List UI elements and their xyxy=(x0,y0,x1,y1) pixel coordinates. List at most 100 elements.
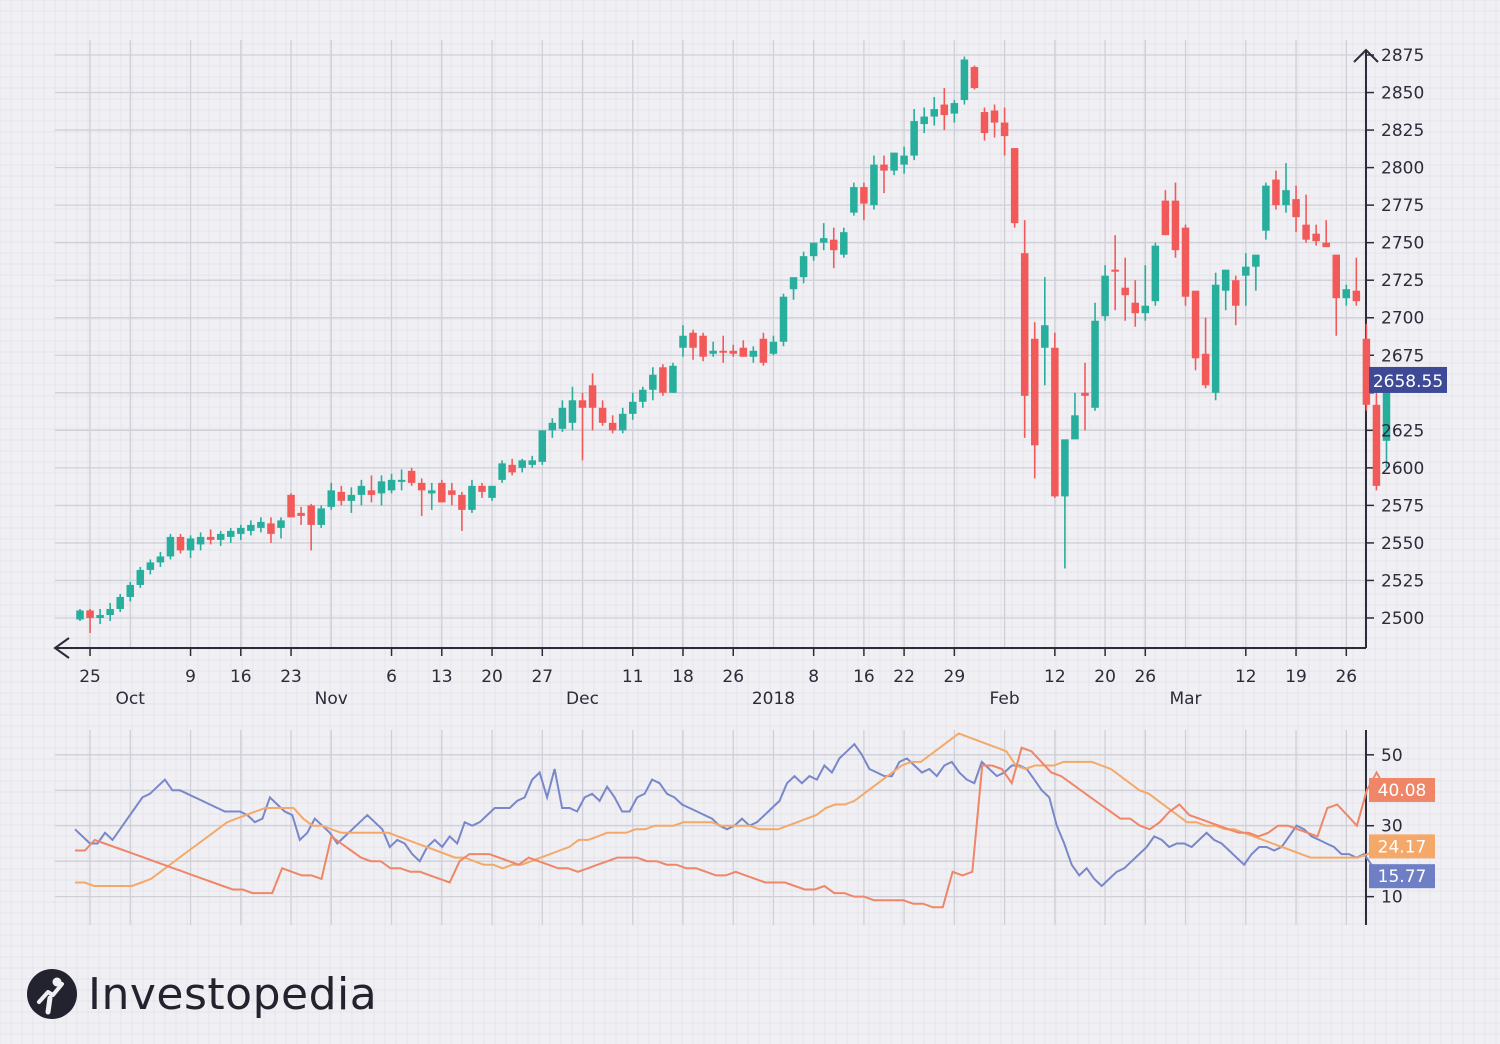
candle-body xyxy=(1031,338,1039,446)
last-price-label: 2658.55 xyxy=(1373,372,1443,392)
candle-body xyxy=(1312,233,1320,242)
candle-body xyxy=(769,341,778,354)
candle-body xyxy=(458,494,466,510)
candle-body xyxy=(508,464,516,473)
candle-body xyxy=(1051,347,1059,497)
x-tick-label: 22 xyxy=(893,667,915,687)
candle-body xyxy=(297,512,305,516)
brand-name: Investopedia xyxy=(88,968,378,1020)
y-tick-label: 2775 xyxy=(1381,196,1424,216)
candle-body xyxy=(1252,254,1260,267)
candle-body xyxy=(1101,275,1109,317)
candle-body xyxy=(639,389,647,402)
y-tick-label: 2675 xyxy=(1381,346,1424,366)
x-tick-label: 26 xyxy=(1134,667,1156,687)
candle-body xyxy=(367,490,376,495)
candle-body xyxy=(1151,245,1160,302)
indicator-lines xyxy=(74,732,1388,909)
candle-body xyxy=(428,490,436,494)
candle-body xyxy=(1091,320,1099,408)
candle-body xyxy=(1262,185,1270,231)
candle-body xyxy=(1232,280,1240,306)
y-tick-label: 2850 xyxy=(1381,84,1424,104)
y-tick-label: 2825 xyxy=(1381,121,1424,141)
candle-body xyxy=(960,59,969,101)
x-month-label: Mar xyxy=(1169,689,1201,709)
candle-body xyxy=(980,112,989,134)
candle-body xyxy=(669,365,677,393)
candle-body xyxy=(317,508,325,525)
y-tick-label: 2800 xyxy=(1381,159,1424,179)
candle-body xyxy=(96,614,104,618)
candle-body xyxy=(799,256,808,278)
candle-body xyxy=(1302,224,1310,240)
candle-body xyxy=(247,524,255,531)
candle-body xyxy=(227,530,235,537)
candle-body xyxy=(397,479,406,482)
y-tick-label: 2600 xyxy=(1381,459,1424,479)
candle-body xyxy=(206,536,215,540)
x-tick-label: 25 xyxy=(79,667,101,687)
candle-body xyxy=(136,569,145,585)
candle-body xyxy=(809,242,818,257)
candle-body xyxy=(166,536,175,557)
investopedia-logo-icon xyxy=(27,969,77,1019)
x-tick-label: 8 xyxy=(808,667,819,687)
candle-body xyxy=(568,400,577,423)
x-tick-label: 29 xyxy=(944,667,966,687)
candle-body xyxy=(277,520,285,528)
candle-body xyxy=(327,490,335,507)
y-tick-label: 2500 xyxy=(1381,609,1424,629)
x-tick-label: 26 xyxy=(722,667,744,687)
candle-body xyxy=(237,527,245,534)
candle-body xyxy=(629,401,637,414)
y-tick-label: 2750 xyxy=(1381,234,1424,254)
x-tick-label: 16 xyxy=(853,667,875,687)
candle-body xyxy=(1272,179,1280,206)
candle-body xyxy=(950,103,959,114)
tick-labels: 2500252525502575260026252675270027252750… xyxy=(79,46,1424,908)
x-tick-label: 19 xyxy=(1285,667,1307,687)
candle-body xyxy=(1071,415,1079,440)
candle-body xyxy=(287,494,295,518)
x-month-label: Dec xyxy=(566,689,599,709)
candle-body xyxy=(1282,190,1290,206)
candle-body xyxy=(789,277,798,290)
candle-body xyxy=(970,67,979,89)
candle-body xyxy=(1211,284,1220,393)
x-tick-label: 12 xyxy=(1235,667,1257,687)
candle-body xyxy=(468,485,476,510)
x-tick-label: 23 xyxy=(280,667,302,687)
y-tick-label: 2875 xyxy=(1381,46,1424,66)
brand-logo: Investopedia xyxy=(26,964,377,1024)
candle-body xyxy=(1181,227,1190,297)
candle-body xyxy=(990,110,999,123)
candle-body xyxy=(819,238,828,243)
candle-body xyxy=(649,374,657,390)
x-tick-label: 20 xyxy=(1094,667,1116,687)
candle-body xyxy=(1020,253,1029,396)
candle-body xyxy=(1061,439,1069,497)
y-tick-label: 2700 xyxy=(1381,309,1424,329)
candle-body xyxy=(578,400,587,408)
candle-body xyxy=(940,104,949,116)
candle-body xyxy=(407,470,416,483)
x-tick-label: 12 xyxy=(1044,667,1066,687)
candle-body xyxy=(488,485,496,498)
candle-body xyxy=(1000,122,1009,137)
x-tick-label: 16 xyxy=(230,667,252,687)
candle-body xyxy=(608,422,617,431)
candle-body xyxy=(659,367,667,393)
candle-body xyxy=(538,430,547,462)
candle-body xyxy=(598,407,607,423)
adx-badge-label: 15.77 xyxy=(1378,867,1427,887)
candle-body xyxy=(1041,325,1049,348)
candle-body xyxy=(759,338,768,363)
x-tick-label: 11 xyxy=(622,667,644,687)
candle-body xyxy=(518,460,526,468)
candle-body xyxy=(347,494,356,501)
sub-y-tick-label: 50 xyxy=(1381,746,1403,766)
candle-body xyxy=(548,422,557,431)
candle-body xyxy=(1221,269,1230,291)
candle-body xyxy=(76,610,84,620)
